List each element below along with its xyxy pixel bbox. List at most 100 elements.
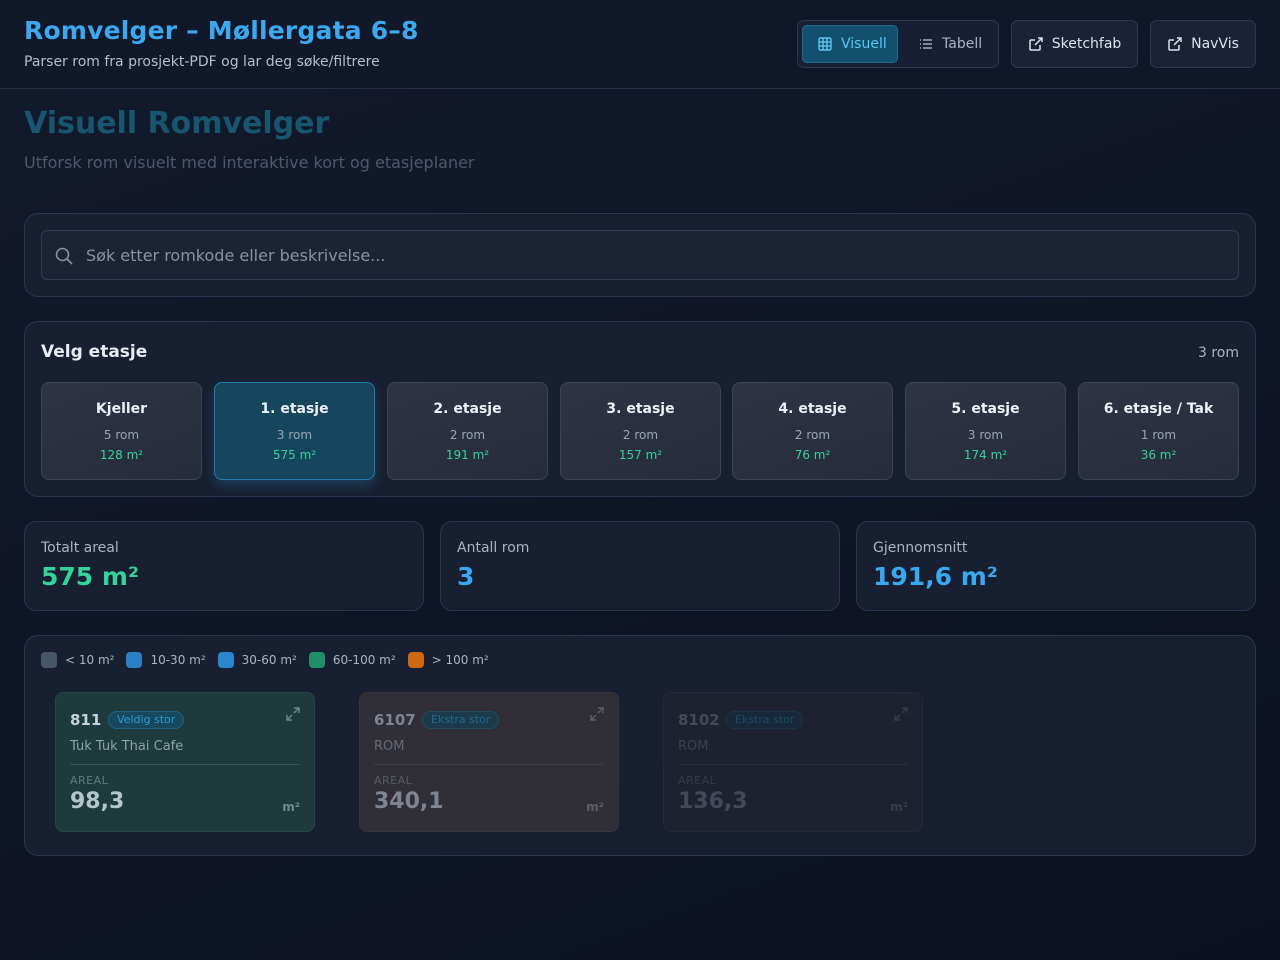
floor-rooms: 2 rom [449, 428, 486, 442]
legend-item: 10-30 m² [126, 652, 206, 668]
legend-item: 60-100 m² [308, 652, 396, 668]
room-card-6107[interactable]: 6107 Ekstra stor ROM AREAL 340,1 m² [359, 692, 619, 832]
floor-name: 2. etasje [433, 401, 502, 417]
floor-card-5-etasje[interactable]: 5. etasje 3 rom 174 m² [905, 382, 1066, 480]
stat-average: Gjennomsnitt 191,6 m² [856, 521, 1256, 611]
room-code: 811 [70, 711, 102, 729]
legend-item: > 100 m² [407, 652, 489, 668]
search-panel [24, 213, 1256, 297]
floor-card-4-etasje[interactable]: 4. etasje 2 rom 76 m² [732, 382, 893, 480]
room-area-label: AREAL [374, 774, 413, 787]
room-area-unit: m² [890, 800, 908, 814]
legend-swatch [407, 652, 424, 668]
room-size-badge: Ekstra stor [422, 711, 500, 729]
area-legend: < 10 m² 10-30 m² 30-60 m² 60-100 m² > 10… [41, 652, 501, 668]
table-view-button[interactable]: Tabell [904, 25, 996, 63]
search-box [41, 230, 1239, 280]
floor-rooms: 3 rom [276, 428, 313, 442]
legend-label: 10-30 m² [150, 653, 206, 667]
legend-label: > 100 m² [431, 653, 489, 667]
room-divider [678, 764, 908, 765]
floor-area: 128 m² [99, 448, 144, 462]
room-description: Tuk Tuk Thai Cafe [70, 739, 184, 754]
legend-swatch [126, 652, 143, 668]
floor-card-kjeller[interactable]: Kjeller 5 rom 128 m² [41, 382, 202, 480]
stat-value: 3 [457, 562, 475, 591]
list-icon [918, 36, 934, 52]
floor-rooms: 2 rom [794, 428, 831, 442]
floor-card-3-etasje[interactable]: 3. etasje 2 rom 157 m² [560, 382, 721, 480]
room-code: 6107 [374, 711, 416, 729]
room-size-badge: Veldig stor [108, 711, 185, 729]
page-subtitle: Utforsk rom visuelt med interaktive kort… [24, 153, 475, 172]
table-view-label: Tabell [942, 36, 983, 52]
floor-area: 575 m² [272, 448, 317, 462]
room-area-label: AREAL [70, 774, 109, 787]
navvis-button[interactable]: NavVis [1150, 20, 1256, 68]
top-bar: Romvelger – Møllergata 6–8 Parser rom fr… [0, 0, 1280, 89]
sketchfab-button[interactable]: Sketchfab [1011, 20, 1138, 68]
visual-view-button[interactable]: Visuell [802, 25, 898, 63]
app-title: Romvelger – Møllergata 6–8 [24, 16, 419, 45]
floor-area: 157 m² [618, 448, 663, 462]
stat-label: Gjennomsnitt [873, 540, 968, 556]
floor-selector-panel: Velg etasje 3 rom Kjeller 5 rom 128 m² 1… [24, 321, 1256, 497]
legend-item: < 10 m² [41, 652, 114, 668]
external-link-icon [1167, 36, 1183, 52]
sketchfab-label: Sketchfab [1051, 36, 1122, 52]
floor-rooms: 2 rom [622, 428, 659, 442]
stat-label: Antall rom [457, 540, 530, 556]
floor-name: 5. etasje [951, 401, 1020, 417]
floor-rooms: 1 rom [1140, 428, 1177, 442]
legend-label: < 10 m² [65, 653, 115, 667]
room-description: ROM [374, 739, 405, 754]
room-divider [374, 764, 604, 765]
room-area: 136,3 [678, 789, 748, 814]
floor-name: Kjeller [95, 401, 148, 417]
floor-name: 6. etasje / Tak [1103, 401, 1214, 417]
floor-name: 1. etasje [260, 401, 329, 417]
legend-label: 30-60 m² [241, 653, 297, 667]
floor-area: 174 m² [963, 448, 1008, 462]
floor-card-1-etasje[interactable]: 1. etasje 3 rom 575 m² [214, 382, 375, 480]
room-area-unit: m² [282, 800, 300, 814]
room-code: 8102 [678, 711, 720, 729]
visual-view-label: Visuell [841, 36, 887, 52]
room-area-unit: m² [586, 800, 604, 814]
stat-value: 191,6 m² [873, 562, 998, 591]
floor-rooms: 5 rom [103, 428, 140, 442]
page-title: Visuell Romvelger [24, 106, 330, 141]
floor-area: 36 m² [1140, 448, 1177, 462]
room-count: 3 rom [1197, 345, 1239, 361]
expand-icon[interactable] [894, 707, 908, 721]
app-subtitle: Parser rom fra prosjekt-PDF og lar deg s… [24, 54, 380, 70]
room-description: ROM [678, 739, 709, 754]
room-card-8102[interactable]: 8102 Ekstra stor ROM AREAL 136,3 m² [663, 692, 923, 832]
legend-swatch [41, 652, 57, 668]
expand-icon[interactable] [286, 707, 300, 721]
legend-swatch [217, 652, 234, 668]
grid-icon [817, 36, 833, 52]
external-link-icon [1028, 36, 1044, 52]
room-size-badge: Ekstra stor [726, 711, 804, 729]
stat-label: Totalt areal [41, 540, 119, 556]
floor-rooms: 3 rom [967, 428, 1004, 442]
floor-area: 191 m² [445, 448, 490, 462]
room-area: 98,3 [70, 789, 125, 814]
room-card-811[interactable]: 811 Veldig stor Tuk Tuk Thai Cafe AREAL … [55, 692, 315, 832]
floor-card-2-etasje[interactable]: 2. etasje 2 rom 191 m² [387, 382, 548, 480]
floor-name: 3. etasje [606, 401, 675, 417]
stat-value: 575 m² [41, 562, 139, 591]
floor-card-6-etasje-tak[interactable]: 6. etasje / Tak 1 rom 36 m² [1078, 382, 1239, 480]
navvis-label: NavVis [1191, 36, 1239, 52]
view-toggle: Visuell Tabell [797, 20, 999, 68]
expand-icon[interactable] [590, 707, 604, 721]
legend-item: 30-60 m² [217, 652, 297, 668]
legend-label: 60-100 m² [332, 653, 396, 667]
legend-swatch [308, 652, 325, 668]
floor-name: 4. etasje [778, 401, 847, 417]
room-area-label: AREAL [678, 774, 717, 787]
rooms-panel: < 10 m² 10-30 m² 30-60 m² 60-100 m² > 10… [24, 635, 1256, 856]
floor-selector-heading: Velg etasje [41, 342, 148, 362]
search-input[interactable] [86, 231, 1226, 279]
